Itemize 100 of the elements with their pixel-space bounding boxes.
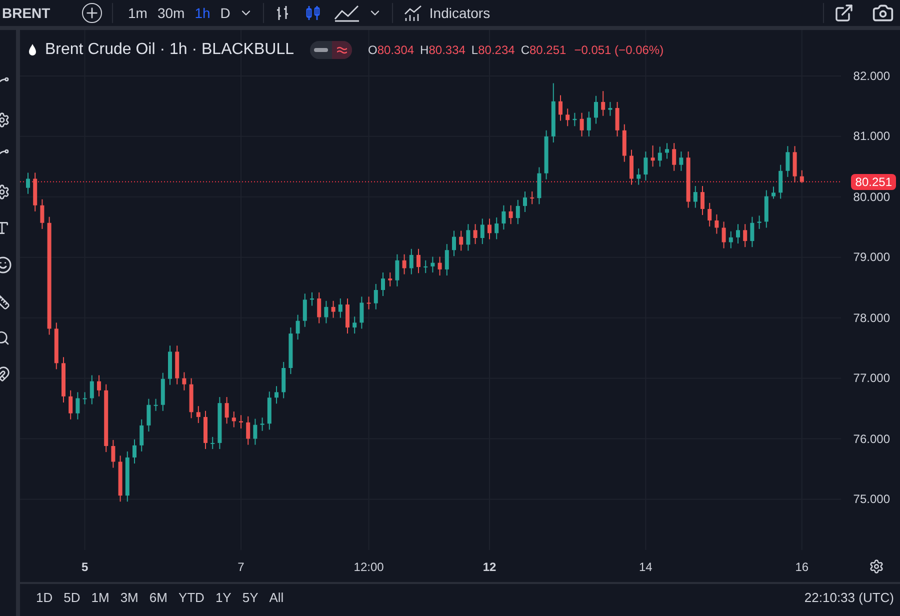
range-button[interactable]: 3M	[120, 588, 138, 608]
candlestick	[430, 256, 435, 273]
interval-button[interactable]: 1m	[123, 2, 152, 24]
time-label: 16	[795, 559, 809, 576]
ohlc-value: O80.304	[368, 42, 414, 59]
ohlc-value: C80.251	[520, 42, 566, 59]
time-label: 12	[482, 559, 496, 576]
candlestick	[708, 202, 712, 228]
price-label: 78.000	[853, 310, 890, 325]
indicators-icon[interactable]	[403, 4, 424, 22]
range-button[interactable]: 1D	[36, 588, 53, 608]
candlestick	[296, 314, 300, 340]
camera-icon[interactable]	[872, 2, 894, 24]
candlestick	[352, 316, 357, 334]
candlestick	[381, 272, 385, 297]
candlestick	[246, 416, 250, 446]
candlestick	[409, 248, 414, 275]
price-label: 82.000	[853, 68, 890, 83]
range-button[interactable]: 1M	[91, 588, 110, 608]
range-button[interactable]: 5Y	[242, 588, 258, 608]
price-change: −0.051 (−0.06%)	[574, 42, 664, 59]
candlestick	[494, 216, 499, 240]
candlestick	[679, 151, 684, 172]
candlestick	[232, 411, 236, 428]
candlestick	[608, 101, 612, 116]
candlestick	[76, 392, 80, 420]
last-price-label: 80.251	[851, 174, 896, 190]
candlestick	[786, 146, 790, 178]
price-label: 76.000	[853, 432, 890, 446]
candlestick	[650, 144, 655, 168]
ohlc-value: H80.334	[420, 42, 466, 59]
time-label: 7	[238, 559, 244, 576]
candlestick	[586, 111, 591, 137]
candlestick	[473, 224, 478, 245]
candlestick	[580, 112, 584, 137]
candlestick	[714, 214, 719, 234]
candlestick	[658, 146, 662, 168]
price-label: 77.000	[853, 371, 890, 386]
candlestick	[523, 190, 527, 212]
candlestick	[672, 142, 676, 172]
legend-toggle[interactable]	[310, 41, 352, 59]
candlestick	[728, 230, 733, 249]
candlestick	[416, 248, 420, 274]
indicators-button[interactable]: Indicators	[429, 2, 490, 24]
candlestick	[502, 204, 506, 230]
interval-button[interactable]: D	[215, 2, 236, 24]
candlestick	[253, 418, 258, 446]
candlestick	[736, 224, 740, 244]
candlestick	[558, 94, 562, 122]
candlestick	[374, 283, 378, 310]
price-label: 80.000	[853, 190, 890, 204]
candlestick	[636, 168, 641, 186]
range-button[interactable]: 6M	[149, 588, 168, 608]
candlestick	[260, 417, 264, 432]
candlestick	[508, 204, 513, 225]
candlestick	[111, 439, 116, 468]
range-button[interactable]: 5D	[64, 588, 80, 608]
candlestick	[68, 390, 73, 420]
candlestick	[324, 300, 328, 324]
ohlc-value: L80.234	[471, 42, 515, 59]
candlestick	[750, 216, 754, 248]
candlestick	[594, 95, 598, 124]
interval-button[interactable]: 1h	[190, 2, 216, 24]
price-label: 75.000	[853, 492, 890, 506]
share-icon[interactable]	[834, 3, 854, 23]
candlestick	[566, 108, 570, 127]
candlestick	[601, 90, 606, 116]
candlestick	[466, 224, 470, 252]
price-label: 79.000	[853, 250, 890, 264]
candlestick	[196, 406, 200, 424]
range-button[interactable]: 1Y	[215, 588, 232, 608]
candlestick	[274, 386, 278, 404]
price-label: 81.000	[853, 129, 890, 144]
clock: 22:10:33 (UTC)	[804, 589, 894, 608]
add-symbol-icon[interactable]	[82, 3, 102, 23]
settings-icon[interactable]	[869, 559, 884, 574]
candles-icon[interactable]	[304, 4, 322, 22]
candlestick	[665, 142, 669, 160]
candlestick	[154, 398, 158, 412]
symbol-name[interactable]: BRENT	[0, 2, 70, 24]
candlestick	[331, 300, 336, 318]
candlestick	[210, 436, 215, 450]
candlestick	[224, 396, 229, 424]
candlestick	[644, 151, 648, 182]
candlestick	[346, 298, 350, 334]
candlestick	[424, 260, 428, 274]
interval-button[interactable]: 30m	[152, 2, 190, 24]
range-button[interactable]: YTD	[178, 588, 204, 608]
candlestick	[530, 190, 534, 205]
candlestick	[395, 254, 400, 287]
candlestick	[630, 149, 634, 186]
candlestick	[452, 230, 456, 257]
candlestick	[693, 186, 698, 208]
candlestick	[360, 296, 364, 330]
candlestick	[778, 164, 783, 200]
candlestick	[146, 398, 151, 432]
range-button[interactable]: All	[269, 588, 284, 608]
candlestick	[700, 186, 704, 216]
candlestick	[366, 296, 371, 310]
area-chart-icon[interactable]	[334, 4, 360, 22]
